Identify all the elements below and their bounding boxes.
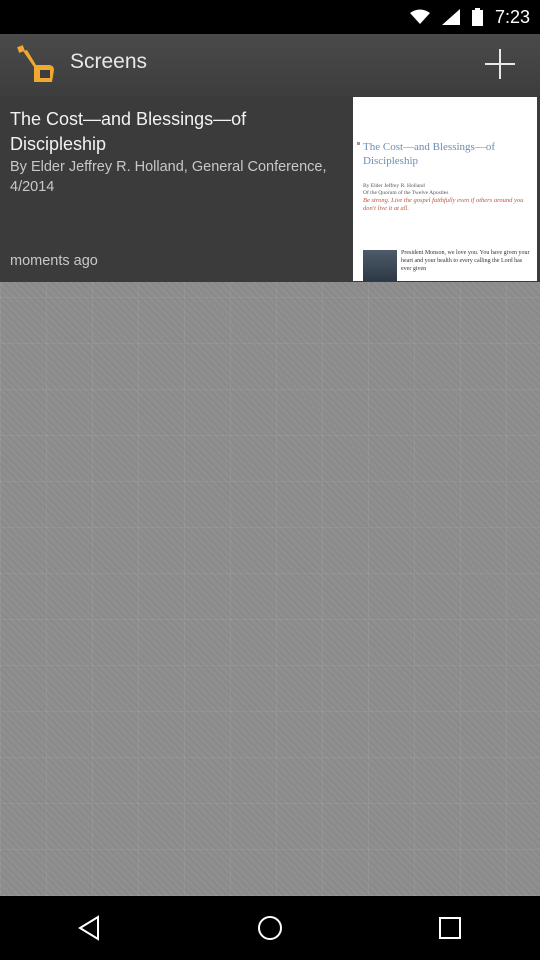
battery-icon — [471, 8, 483, 26]
card-title: The Cost—and Blessings—of Discipleship — [10, 109, 247, 154]
card-timestamp: moments ago — [10, 253, 98, 269]
plus-icon — [485, 49, 515, 79]
recents-square-icon — [439, 917, 461, 939]
screen-card[interactable]: The Cost—and Blessings—of Discipleship B… — [0, 96, 540, 282]
back-triangle-icon — [78, 915, 99, 941]
thumbnail-byline: By Elder Jeffrey R. Holland Of the Quoru… — [363, 183, 449, 196]
thumbnail-dot — [357, 142, 360, 145]
thumbnail-body-text: President Monson, we love you. You have … — [401, 250, 530, 272]
back-button[interactable] — [60, 903, 120, 953]
hand-pointer-icon — [17, 45, 54, 82]
thumbnail-photo — [363, 250, 397, 281]
content-area: The Cost—and Blessings—of Discipleship B… — [0, 96, 540, 896]
wifi-icon — [409, 9, 430, 24]
home-circle-icon — [258, 916, 282, 940]
status-time: 7:23 — [494, 6, 530, 27]
thumbnail-title: The Cost—and Blessings—of Discipleship — [363, 141, 495, 167]
card-subtitle: By Elder Jeffrey R. Holland, General Con… — [10, 159, 327, 195]
recents-button[interactable] — [420, 903, 480, 953]
card-thumbnail[interactable]: The Cost—and Blessings—of Discipleship B… — [353, 97, 537, 281]
add-button[interactable] — [480, 44, 520, 84]
app-bar: Screens — [0, 34, 540, 96]
thumbnail-quote: Be strong. Live the gospel faithfully ev… — [363, 197, 524, 212]
signal-icon — [441, 9, 460, 25]
app-title: Screens — [70, 50, 148, 73]
status-bar: 7:23 — [0, 0, 540, 34]
navigation-bar — [0, 896, 540, 960]
home-button[interactable] — [240, 903, 300, 953]
status-icons: 7:23 — [409, 0, 530, 34]
